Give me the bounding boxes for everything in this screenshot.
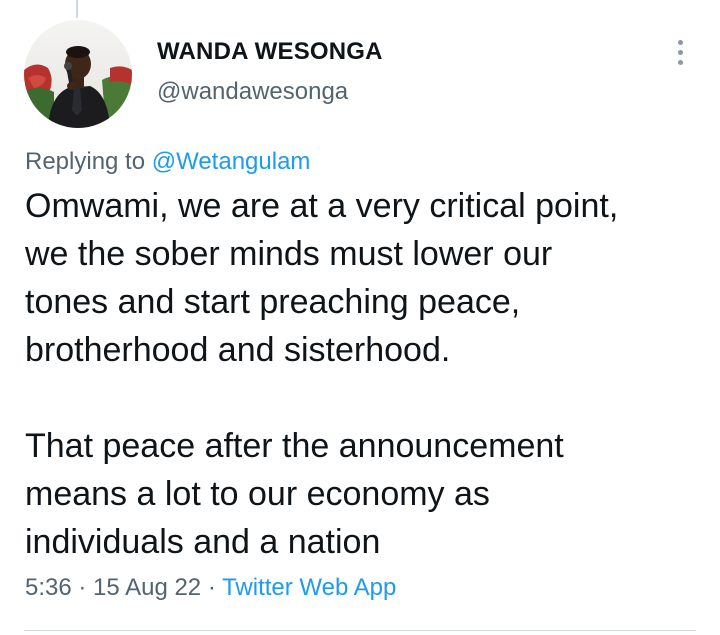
profile-photo-icon — [24, 20, 132, 128]
display-name[interactable]: WANDA WESONGA — [157, 38, 383, 66]
reply-context: Replying to @Wetangulam — [25, 148, 310, 176]
reply-mention-link[interactable]: @Wetangulam — [152, 148, 311, 175]
more-vertical-icon-dot — [677, 59, 683, 65]
tweet-paragraph: Omwami, we are at a very critical point,… — [25, 187, 619, 369]
tweet-date[interactable]: 15 Aug 22 — [93, 574, 201, 601]
tweet-metadata: 5:36 · 15 Aug 22 · Twitter Web App — [25, 574, 396, 602]
divider — [24, 630, 696, 631]
more-vertical-icon — [677, 39, 683, 45]
avatar[interactable] — [24, 20, 132, 128]
reply-context-prefix: Replying to — [25, 148, 152, 175]
reply-thread-line — [76, 0, 78, 18]
more-vertical-icon-dot — [677, 49, 683, 55]
tweet-text: Omwami, we are at a very critical point,… — [25, 182, 705, 566]
meta-separator: · — [71, 574, 94, 601]
tweet-source-link[interactable]: Twitter Web App — [222, 574, 396, 601]
tweet-paragraph: That peace after the announcement means … — [25, 427, 564, 561]
more-options-button[interactable] — [664, 36, 696, 68]
user-handle[interactable]: @wandawesonga — [157, 78, 348, 106]
tweet-time[interactable]: 5:36 — [25, 574, 72, 601]
meta-separator: · — [201, 574, 223, 601]
